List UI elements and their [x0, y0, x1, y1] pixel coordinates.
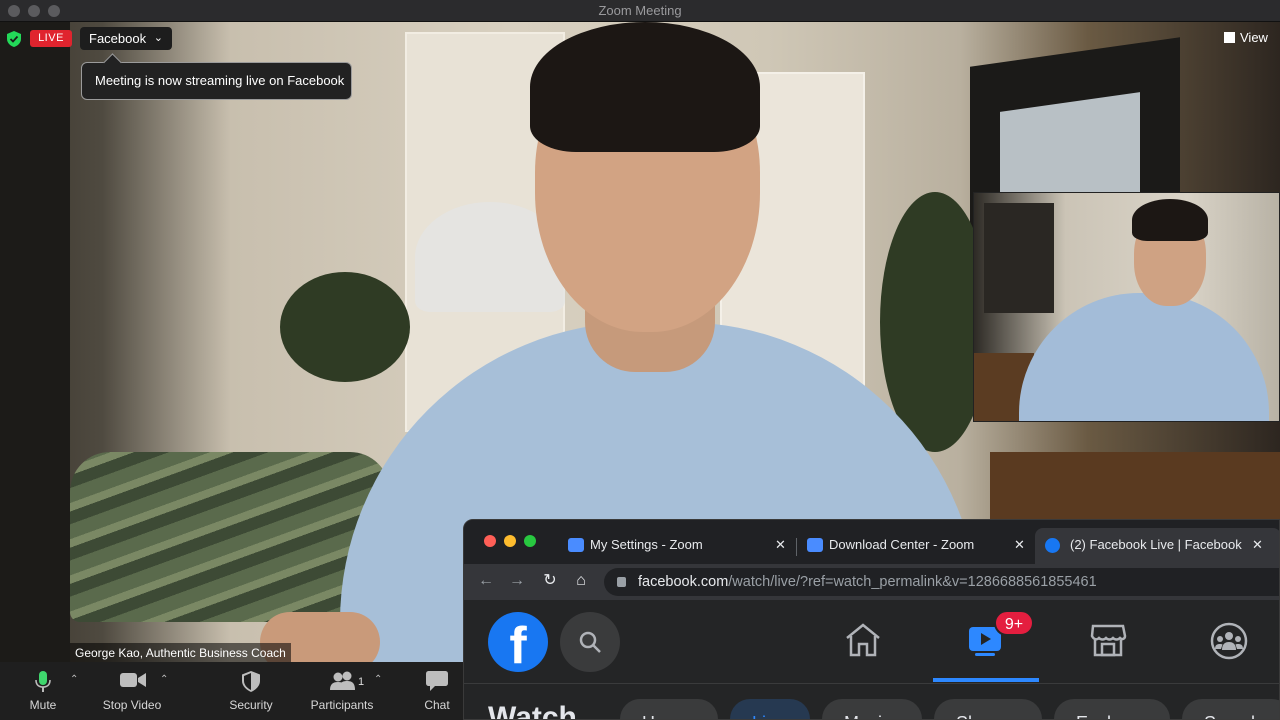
watch-pill-explore[interactable]: Explore [1054, 699, 1170, 719]
browser-close-button[interactable] [484, 535, 496, 547]
chat-label: Chat [424, 698, 450, 712]
live-platform-dropdown[interactable]: Facebook ⌄ [80, 27, 172, 50]
home-icon[interactable] [844, 622, 882, 658]
tab-download-center[interactable]: Download Center - Zoom ✕ [801, 528, 1033, 564]
audio-options-button[interactable]: ⌃ [68, 662, 82, 720]
participants-button[interactable]: 1 Participants [304, 662, 380, 720]
facebook-search-button[interactable] [560, 612, 620, 672]
close-icon[interactable]: ✕ [1014, 528, 1025, 562]
tab-label: Download Center - Zoom [829, 537, 975, 552]
chevron-up-icon: ⌃ [70, 674, 79, 685]
video-options-button[interactable]: ⌃ [158, 662, 172, 720]
tab-my-settings[interactable]: My Settings - Zoom ✕ [562, 528, 794, 564]
chevron-up-icon: ⌃ [374, 674, 383, 685]
view-button[interactable]: View [1224, 30, 1276, 48]
watch-header: Watch Home Live Music Shows Explore Save… [464, 685, 1279, 720]
chat-button[interactable]: Chat [415, 662, 459, 720]
participants-label: Participants [310, 698, 374, 712]
watch-title: Watch [488, 701, 577, 720]
address-bar: ← → ↻ ⌂ facebook.com/watch/live/?ref=wat… [464, 564, 1279, 600]
security-button[interactable]: Security [220, 662, 282, 720]
back-icon[interactable]: ← [476, 571, 496, 591]
url-path: /watch/live/?ref=watch_permalink&v=12866… [728, 574, 1097, 590]
shield-icon[interactable] [7, 31, 21, 47]
active-tab-indicator [933, 678, 1039, 682]
watch-notification-badge: 9+ [994, 610, 1034, 636]
browser-minimize-button[interactable] [504, 535, 516, 547]
facebook-logo[interactable]: f [488, 612, 548, 672]
watch-pill-saved[interactable]: Saved [1182, 699, 1279, 719]
live-badge[interactable]: LIVE [30, 30, 72, 47]
mute-label: Mute [29, 698, 57, 712]
security-label: Security [229, 698, 273, 712]
tab-facebook-live[interactable]: (2) Facebook Live | Facebook ✕ [1035, 528, 1279, 564]
participants-options-button[interactable]: ⌃ [372, 662, 386, 720]
watch-pill-home[interactable]: Home [620, 699, 718, 719]
marketplace-icon[interactable] [1089, 622, 1127, 658]
mute-button[interactable]: Mute [18, 662, 68, 720]
security-shield-icon [242, 671, 260, 692]
participant-name-tag: George Kao, Authentic Business Coach [70, 643, 291, 663]
zoom-screen: Zoom Meeting LIVE Facebook ⌄ Meeting is [0, 0, 1280, 720]
watch-pill-shows[interactable]: Shows [934, 699, 1042, 719]
browser-maximize-button[interactable] [524, 535, 536, 547]
groups-icon[interactable] [1210, 622, 1248, 660]
window-titlebar: Zoom Meeting [0, 0, 1280, 22]
watch-pill-live[interactable]: Live [730, 699, 810, 719]
microphone-icon [35, 671, 51, 692]
chevron-down-icon: ⌄ [153, 32, 163, 44]
chevron-up-icon: ⌃ [160, 674, 169, 685]
tab-label: My Settings - Zoom [590, 537, 703, 552]
tab-strip: My Settings - Zoom ✕ Download Center - Z… [464, 520, 1279, 564]
browser-window: My Settings - Zoom ✕ Download Center - Z… [463, 519, 1280, 720]
live-platform-label: Facebook [89, 31, 147, 46]
live-status-tooltip: Meeting is now streaming live on Faceboo… [81, 62, 352, 100]
reload-icon[interactable]: ↻ [540, 571, 560, 591]
url-host: facebook.com [638, 574, 729, 590]
zoom-icon [807, 538, 823, 552]
view-button-label: View [1240, 30, 1268, 45]
self-view-video[interactable] [973, 192, 1280, 422]
url-input[interactable]: facebook.com/watch/live/?ref=watch_perma… [604, 568, 1279, 596]
facebook-icon [1045, 538, 1060, 553]
tab-label: (2) Facebook Live | Facebook [1070, 537, 1242, 552]
participants-count: 1 [358, 676, 365, 688]
chat-icon [426, 671, 448, 691]
grid-view-icon [1224, 32, 1235, 43]
facebook-navbar: f 9+ [464, 600, 1279, 684]
close-icon[interactable]: ✕ [775, 528, 786, 562]
camera-icon [120, 673, 146, 687]
participants-icon [330, 671, 355, 690]
zoom-icon [568, 538, 584, 552]
window-title: Zoom Meeting [598, 3, 682, 18]
watch-pill-music[interactable]: Music [822, 699, 922, 719]
lock-icon [617, 577, 626, 587]
meeting-toolbar: Mute ⌃ Stop Video ⌃ Security 1 Participa… [0, 662, 465, 720]
close-icon[interactable]: ✕ [1252, 528, 1263, 562]
forward-icon[interactable]: → [507, 571, 527, 591]
search-icon [579, 631, 601, 653]
home-icon[interactable]: ⌂ [571, 571, 591, 591]
